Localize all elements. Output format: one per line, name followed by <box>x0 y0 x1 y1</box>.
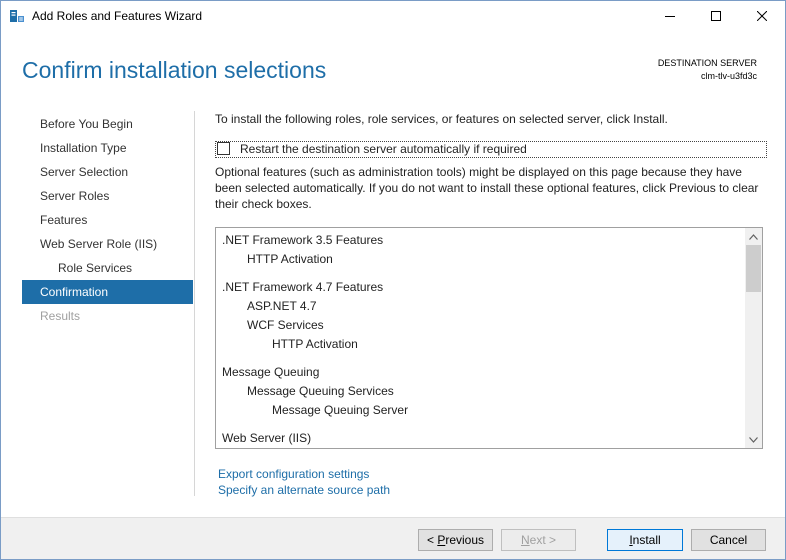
install-button[interactable]: Install <box>607 529 683 551</box>
wizard-nav: Before You Begin Installation Type Server … <box>22 112 193 328</box>
title-bar: Add Roles and Features Wizard <box>1 1 785 31</box>
next-button[interactable]: Next > <box>501 529 576 551</box>
alternate-source-link[interactable]: Specify an alternate source path <box>218 483 390 497</box>
destination-server-label: DESTINATION SERVER <box>657 58 757 68</box>
destination-server-name: clm-tlv-u3fd3c <box>700 71 757 81</box>
optional-features-text: Optional features (such as administratio… <box>215 165 759 211</box>
install-button-rest: nstall <box>632 533 661 547</box>
feature-item: Message Queuing <box>222 365 320 379</box>
scroll-down-button[interactable] <box>745 431 762 448</box>
page-title: Confirm installation selections <box>22 57 327 83</box>
cancel-button[interactable]: Cancel <box>691 529 766 551</box>
feature-item: HTTP Activation <box>272 337 358 351</box>
previous-button-rest: revious <box>445 533 485 547</box>
chevron-up-icon <box>749 233 758 240</box>
restart-checkbox[interactable] <box>217 142 230 155</box>
restart-checkbox-row[interactable]: Restart the destination server automatic… <box>215 141 767 158</box>
nav-item-features[interactable]: Features <box>22 208 193 232</box>
wizard-window: Add Roles and Features Wizard Confirm in… <box>0 0 786 560</box>
scroll-thumb[interactable] <box>746 245 761 292</box>
server-manager-icon <box>9 8 25 24</box>
previous-button-prefix: < <box>426 533 438 547</box>
nav-item-installation-type[interactable]: Installation Type <box>22 136 193 160</box>
feature-item: Web Server (IIS) <box>222 431 312 445</box>
next-button-accel: N <box>520 533 530 547</box>
feature-item: Message Queuing Services <box>247 384 394 398</box>
feature-item: Message Queuing Server <box>272 403 409 417</box>
features-list[interactable]: .NET Framework 3.5 Features HTTP Activati… <box>215 227 763 449</box>
previous-button[interactable]: < Previous <box>418 529 493 551</box>
nav-item-confirmation[interactable]: Confirmation <box>22 280 193 304</box>
feature-item: HTTP Activation <box>247 252 333 266</box>
wizard-footer: < Previous Next > Install Cancel <box>1 517 785 559</box>
feature-item: .NET Framework 3.5 Features <box>222 233 384 247</box>
next-button-rest: ext > <box>529 533 557 547</box>
nav-item-server-roles[interactable]: Server Roles <box>22 184 193 208</box>
maximize-icon <box>711 11 721 21</box>
export-config-link[interactable]: Export configuration settings <box>218 467 369 481</box>
maximize-button[interactable] <box>693 1 739 31</box>
feature-item: .NET Framework 4.7 Features <box>222 280 384 294</box>
minimize-icon <box>665 16 675 17</box>
list-scrollbar[interactable] <box>745 228 762 448</box>
chevron-down-icon <box>749 436 758 443</box>
nav-item-role-services[interactable]: Role Services <box>22 256 193 280</box>
nav-divider <box>194 111 195 496</box>
nav-item-before-you-begin[interactable]: Before You Begin <box>22 112 193 136</box>
nav-item-server-selection[interactable]: Server Selection <box>22 160 193 184</box>
feature-item: WCF Services <box>247 318 324 332</box>
close-icon <box>757 11 767 21</box>
minimize-button[interactable] <box>647 1 693 31</box>
feature-item: ASP.NET 4.7 <box>247 299 317 313</box>
restart-checkbox-label[interactable]: Restart the destination server automatic… <box>240 142 527 157</box>
window-title: Add Roles and Features Wizard <box>32 9 203 23</box>
nav-item-web-server-role-iis[interactable]: Web Server Role (IIS) <box>22 232 193 256</box>
close-button[interactable] <box>739 1 785 31</box>
intro-text: To install the following roles, role ser… <box>215 112 668 126</box>
scroll-up-button[interactable] <box>745 228 762 245</box>
nav-item-results: Results <box>40 309 81 323</box>
